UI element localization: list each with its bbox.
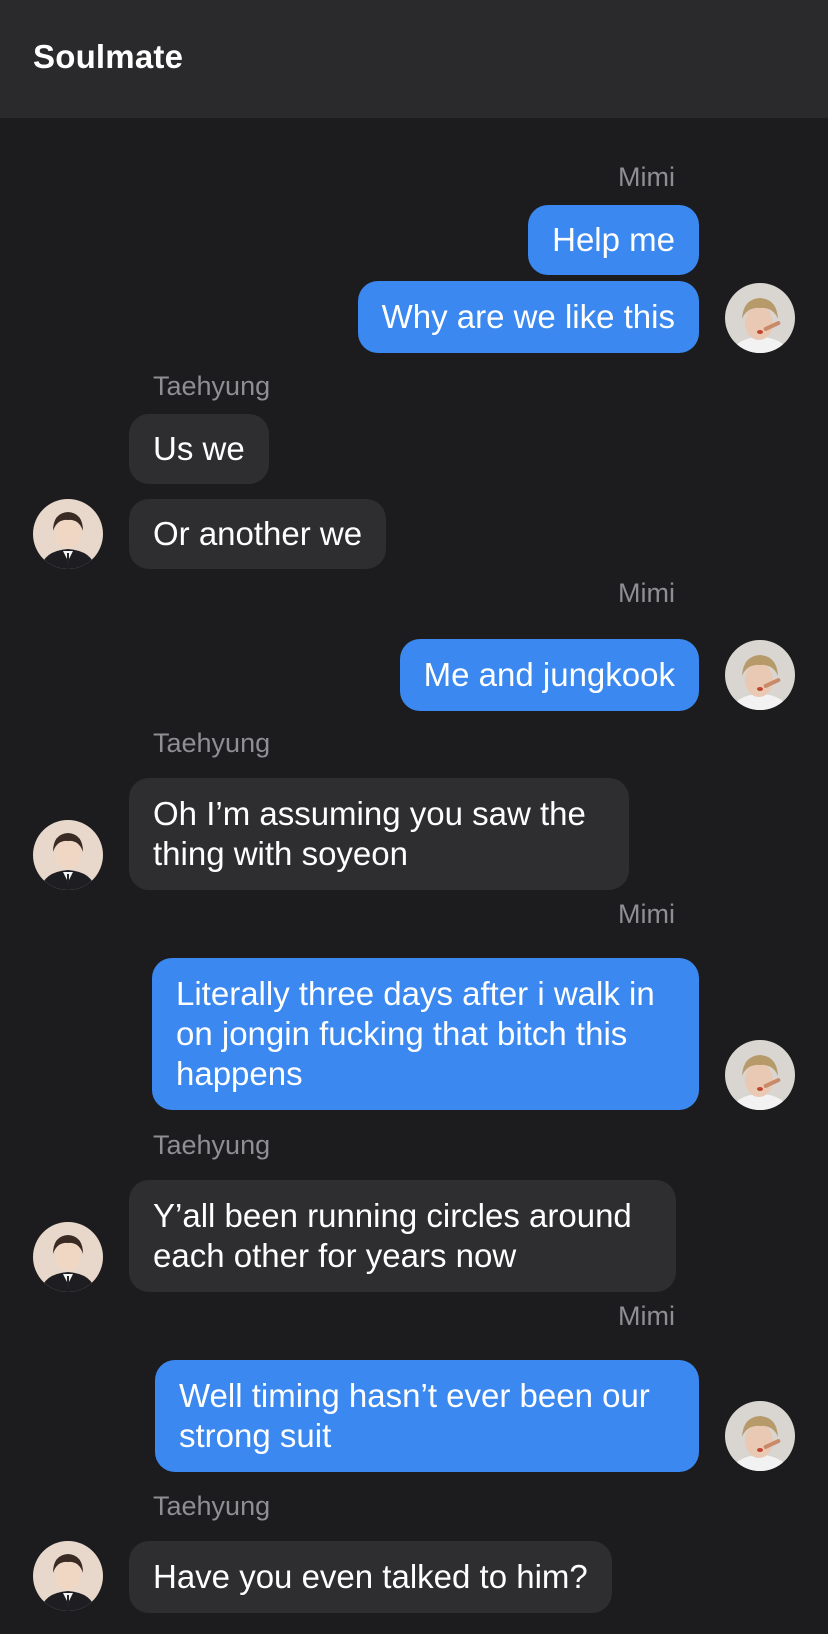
message-bubble[interactable]: Literally three days after i walk in on … bbox=[152, 958, 699, 1110]
sender-name-taehyung: Taehyung bbox=[153, 371, 271, 401]
sender-name-mimi: Mimi bbox=[618, 899, 675, 929]
mimi-avatar[interactable] bbox=[725, 1040, 795, 1110]
sender-name-mimi: Mimi bbox=[618, 162, 675, 192]
message-text: Help me bbox=[552, 221, 675, 258]
message-bubble[interactable]: Y’all been running circles around each o… bbox=[129, 1180, 676, 1292]
taehyung-avatar[interactable] bbox=[33, 1541, 103, 1611]
mimi-avatar[interactable] bbox=[725, 283, 795, 353]
message-bubble[interactable]: Us we bbox=[129, 414, 269, 484]
message-bubble[interactable]: Have you even talked to him? bbox=[129, 1541, 612, 1613]
mimi-avatar[interactable] bbox=[725, 640, 795, 710]
sender-name-taehyung: Taehyung bbox=[153, 1491, 271, 1521]
chat-title: Soulmate bbox=[33, 38, 184, 75]
message-text-line: strong suit bbox=[179, 1417, 332, 1454]
message-text: Us we bbox=[153, 430, 245, 467]
mimi-avatar[interactable] bbox=[725, 1401, 795, 1471]
message-text-line: Literally three days after i walk in bbox=[176, 975, 655, 1012]
message-bubble[interactable]: Why are we like this bbox=[357, 281, 699, 353]
message-text: Me and jungkook bbox=[423, 656, 675, 693]
message-text-line: each other for years now bbox=[153, 1237, 517, 1274]
sender-name-taehyung: Taehyung bbox=[153, 1130, 271, 1160]
sender-name-mimi: Mimi bbox=[618, 1301, 675, 1331]
message-text: Why are we like this bbox=[381, 298, 675, 335]
message-text-line: Well timing hasn’t ever been our bbox=[179, 1377, 650, 1414]
message-text-line: Oh I’m assuming you saw the bbox=[153, 795, 586, 832]
message-bubble[interactable]: Oh I’m assuming you saw the thing with s… bbox=[129, 778, 629, 890]
message-text-line: happens bbox=[176, 1055, 303, 1092]
message-bubble[interactable]: Me and jungkook bbox=[399, 639, 699, 711]
message-text: Have you even talked to him? bbox=[153, 1558, 588, 1595]
message-text-line: thing with soyeon bbox=[153, 835, 408, 872]
message-text-line: Y’all been running circles around bbox=[153, 1197, 632, 1234]
taehyung-avatar[interactable] bbox=[33, 1222, 103, 1292]
message-text-line: on jongin fucking that bitch this bbox=[176, 1015, 628, 1052]
message-bubble[interactable]: Or another we bbox=[129, 499, 387, 569]
message-bubble[interactable]: Help me bbox=[528, 205, 699, 275]
message-text: Or another we bbox=[153, 515, 363, 552]
taehyung-avatar[interactable] bbox=[33, 820, 103, 890]
message-bubble[interactable]: Well timing hasn’t ever been our strong … bbox=[155, 1360, 699, 1472]
message-list[interactable]: Mimi Help me Why are we like this Taehyu… bbox=[0, 118, 828, 1634]
sender-name-mimi: Mimi bbox=[618, 578, 675, 608]
taehyung-avatar[interactable] bbox=[33, 499, 103, 569]
sender-name-taehyung: Taehyung bbox=[153, 728, 271, 758]
chat-header: Soulmate bbox=[0, 0, 828, 118]
